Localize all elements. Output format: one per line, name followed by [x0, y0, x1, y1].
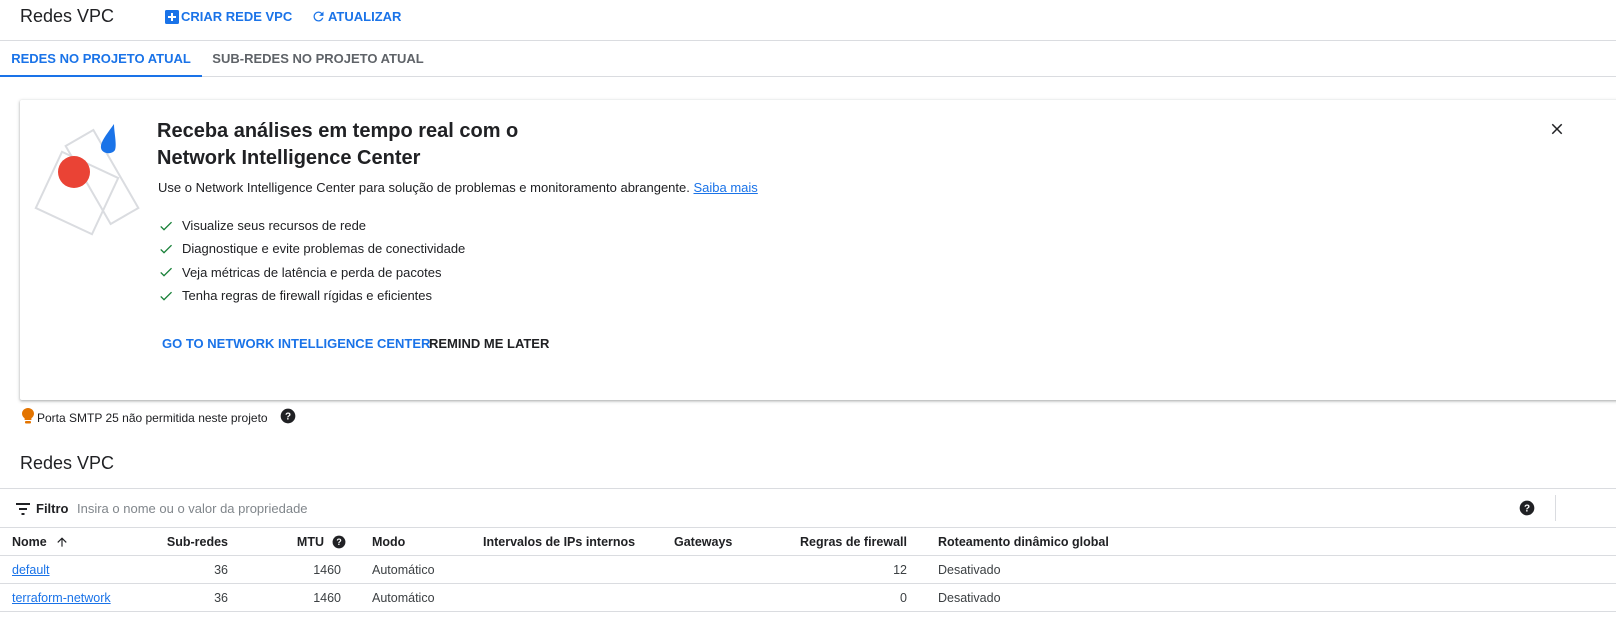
page-title: Redes VPC — [20, 6, 115, 26]
filter-bar: Filtro ? — [0, 488, 1616, 528]
help-icon[interactable]: ? — [1519, 500, 1535, 521]
check-icon — [160, 221, 172, 231]
close-icon[interactable] — [1548, 120, 1566, 143]
banner-description-text: Use o Network Intelligence Center para s… — [158, 180, 690, 195]
feature-label: Visualize seus recursos de rede — [182, 218, 367, 234]
banner-description: Use o Network Intelligence Center para s… — [158, 180, 758, 195]
feature-label: Veja métricas de latência e perda de pac… — [182, 264, 442, 280]
firewall-rules-cell: 12 — [893, 563, 907, 577]
mode-cell: Automático — [372, 591, 435, 605]
column-header-label: Nome — [12, 535, 47, 549]
check-icon — [160, 267, 172, 277]
refresh-label: ATUALIZAR — [328, 9, 402, 24]
network-intelligence-banner: Receba análises em tempo real com o Netw… — [20, 100, 1616, 400]
column-header-global-routing[interactable]: Roteamento dinâmico global — [938, 528, 1109, 556]
vpc-networks-table: Nome Sub-redes MTU ? Modo Intervalos de … — [0, 528, 1616, 612]
firewall-rules-cell: 0 — [900, 591, 907, 605]
column-header-gateways[interactable]: Gateways — [674, 528, 732, 556]
list-item: Diagnostique e evite problemas de conect… — [158, 237, 465, 260]
tab-subnets-current-project[interactable]: SUB-REDES NO PROJETO ATUAL — [210, 41, 426, 77]
add-box-icon — [165, 9, 179, 24]
list-item: Tenha regras de firewall rígidas e efici… — [158, 284, 465, 307]
arrow-up-icon — [57, 537, 67, 547]
feature-label: Tenha regras de firewall rígidas e efici… — [182, 288, 433, 304]
learn-more-link[interactable]: Saiba mais — [693, 180, 757, 195]
network-name-link[interactable]: terraform-network — [12, 591, 111, 605]
filter-icon[interactable] — [16, 502, 30, 520]
go-to-nic-button[interactable]: GO TO NETWORK INTELLIGENCE CENTER — [162, 336, 430, 351]
mode-cell: Automático — [372, 563, 435, 577]
page-header: Redes VPC CRIAR REDE VPC ATUALIZAR — [0, 0, 1616, 41]
lightbulb-icon — [22, 408, 34, 427]
table-row: terraform-network 36 1460 Automático 0 D… — [0, 584, 1616, 612]
column-header-mode[interactable]: Modo — [372, 528, 405, 556]
help-icon[interactable]: ? — [332, 535, 346, 549]
smtp-notice-text: Porta SMTP 25 não permitida neste projet… — [37, 410, 268, 425]
filter-label: Filtro — [36, 501, 69, 516]
network-illustration-icon — [34, 122, 144, 237]
global-routing-cell: Desativado — [938, 563, 1001, 577]
table-header-row: Nome Sub-redes MTU ? Modo Intervalos de … — [0, 528, 1616, 556]
subnets-cell: 36 — [214, 563, 228, 577]
list-item: Visualize seus recursos de rede — [158, 214, 465, 237]
svg-text:?: ? — [336, 537, 341, 547]
column-header-label: MTU — [296, 535, 324, 549]
remind-me-later-button[interactable]: REMIND ME LATER — [429, 336, 549, 351]
refresh-button[interactable]: ATUALIZAR — [311, 9, 401, 24]
filter-input[interactable] — [77, 497, 777, 519]
feature-label: Diagnostique e evite problemas de conect… — [182, 241, 466, 257]
list-item: Veja métricas de latência e perda de pac… — [158, 261, 465, 284]
mtu-cell: 1460 — [313, 563, 341, 577]
check-icon — [160, 244, 172, 254]
global-routing-cell: Desativado — [938, 591, 1001, 605]
network-name-link[interactable]: default — [12, 563, 50, 577]
banner-title: Receba análises em tempo real com o Netw… — [157, 120, 519, 169]
refresh-icon — [311, 9, 326, 24]
column-header-subnets[interactable]: Sub-redes — [167, 528, 228, 556]
column-header-firewall-rules[interactable]: Regras de firewall — [800, 528, 907, 556]
section-title: Redes VPC — [20, 453, 115, 473]
table-row: default 36 1460 Automático 12 Desativado — [0, 556, 1616, 584]
check-icon — [160, 291, 172, 301]
divider — [1555, 495, 1556, 521]
column-header-mtu[interactable]: MTU ? — [297, 528, 346, 556]
tab-networks-current-project[interactable]: REDES NO PROJETO ATUAL — [0, 41, 202, 77]
help-icon[interactable]: ? — [280, 408, 296, 427]
tab-bar: REDES NO PROJETO ATUAL SUB-REDES NO PROJ… — [0, 41, 1616, 77]
create-vpc-network-label: CRIAR REDE VPC — [181, 9, 293, 24]
create-vpc-network-button[interactable]: CRIAR REDE VPC — [165, 9, 292, 24]
mtu-cell: 1460 — [313, 591, 341, 605]
column-header-name[interactable]: Nome — [12, 528, 69, 556]
smtp-notice: Porta SMTP 25 não permitida neste projet… — [22, 408, 296, 427]
feature-list: Visualize seus recursos de rede Diagnost… — [158, 214, 465, 307]
svg-text:?: ? — [1524, 503, 1530, 514]
svg-text:?: ? — [285, 411, 291, 422]
column-header-internal-ranges[interactable]: Intervalos de IPs internos — [483, 528, 635, 556]
subnets-cell: 36 — [214, 591, 228, 605]
